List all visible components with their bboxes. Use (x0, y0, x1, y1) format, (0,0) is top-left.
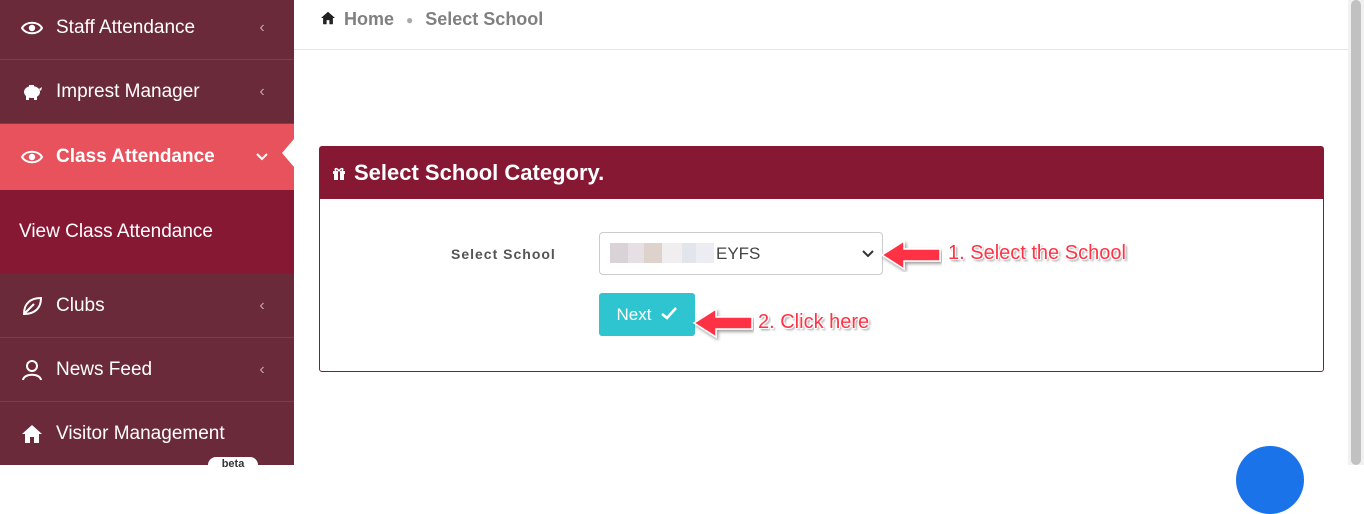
sidebar-item-label: Class Attendance (56, 146, 215, 167)
panel-title: Select School Category. (354, 160, 605, 185)
annotation-arrow-1 (880, 239, 941, 271)
beta-badge: beta (208, 457, 258, 473)
chevron-left-icon: ‹ (259, 296, 265, 314)
annotation-step-1: 1. Select the School (948, 242, 1126, 264)
sidebar-item-label: News Feed (56, 358, 153, 380)
sidebar-item-imprest-manager[interactable]: Imprest Manager ‹ (0, 60, 294, 124)
sidebar: Staff Attendance ‹ Imprest Manager ‹ Cla… (0, 0, 294, 473)
eye-icon (20, 145, 44, 169)
breadcrumb-separator: ● (406, 12, 414, 27)
breadcrumb-current: Select School (425, 9, 544, 29)
sidebar-subitem-view-class-attendance[interactable]: View Class Attendance (0, 190, 294, 274)
annotation-arrow-2 (692, 307, 753, 339)
annotation-step-2: 2. Click here (758, 311, 870, 333)
sidebar-item-staff-attendance[interactable]: Staff Attendance ‹ (0, 0, 294, 60)
sidebar-item-label: Visitor Management (56, 423, 225, 444)
eye-icon (20, 16, 44, 40)
redacted-text (610, 243, 714, 263)
home-icon (320, 9, 336, 30)
panel-header: Select School Category. (320, 147, 1323, 199)
user-outline-icon (20, 358, 44, 382)
home-icon (20, 422, 44, 446)
select-value: EYFS (716, 244, 761, 263)
scrollbar-thumb[interactable] (1351, 0, 1361, 465)
floating-action-button[interactable] (1236, 446, 1304, 514)
school-select[interactable]: EYFS (599, 232, 883, 275)
sidebar-item-clubs[interactable]: Clubs ‹ (0, 274, 294, 338)
chevron-left-icon: ‹ (259, 82, 265, 100)
chevron-down-icon (862, 245, 874, 261)
gift-icon (332, 166, 346, 180)
breadcrumb-home-link[interactable]: Home (344, 9, 394, 30)
next-button[interactable]: Next (599, 293, 695, 336)
sidebar-item-label: Imprest Manager (56, 80, 200, 102)
piggy-bank-icon (20, 80, 44, 104)
chevron-left-icon: ‹ (259, 360, 265, 378)
select-school-label: Select School (451, 246, 556, 262)
breadcrumb: Home ● Select School (294, 0, 1348, 50)
chevron-down-icon (252, 148, 272, 166)
chevron-left-icon: ‹ (259, 18, 265, 36)
check-icon (661, 305, 678, 325)
active-indicator (282, 139, 294, 167)
leaf-icon (20, 294, 44, 318)
sidebar-item-label: Staff Attendance (56, 16, 196, 38)
sidebar-item-label: Clubs (56, 294, 105, 316)
sidebar-item-class-attendance[interactable]: Class Attendance (0, 124, 294, 190)
sidebar-item-news-feed[interactable]: News Feed ‹ (0, 338, 294, 402)
next-button-label: Next (616, 304, 652, 324)
